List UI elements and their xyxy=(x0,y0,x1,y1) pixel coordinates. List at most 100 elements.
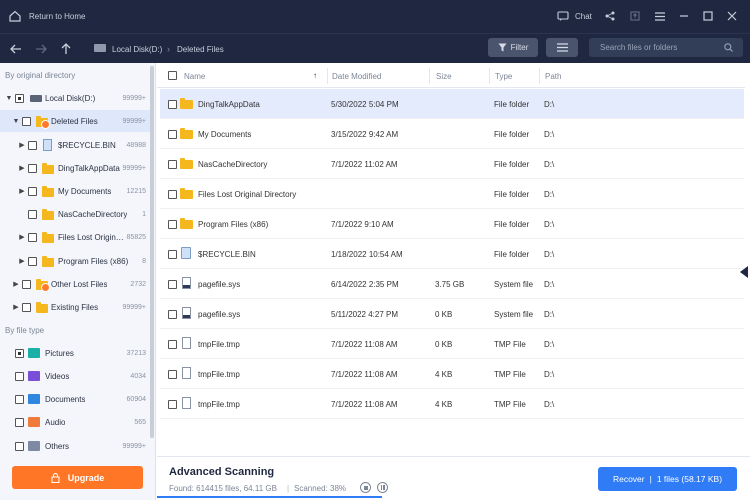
tree-checkbox[interactable] xyxy=(28,163,37,173)
type-item-videos[interactable]: Videos 4034 xyxy=(0,365,150,387)
menu-icon[interactable] xyxy=(654,10,666,22)
table-row[interactable]: tmpFile.tmp 7/1/2022 11:08 AM 4 KB TMP F… xyxy=(160,389,744,419)
column-separator[interactable] xyxy=(429,68,430,84)
expand-arrow-icon[interactable]: ▶ xyxy=(18,257,26,265)
column-date-header[interactable]: Date Modified xyxy=(332,72,381,81)
row-checkbox[interactable] xyxy=(168,130,177,139)
forward-arrow-icon[interactable] xyxy=(33,41,49,57)
sort-up-icon[interactable]: ↑ xyxy=(313,71,317,80)
tree-item-dingtalk[interactable]: ▶ DingTalkAppData 99999+ xyxy=(0,157,150,179)
type-checkbox[interactable] xyxy=(15,371,24,381)
type-item-pictures[interactable]: Pictures 37213 xyxy=(0,342,150,364)
row-checkbox[interactable] xyxy=(168,190,177,199)
expand-arrow-icon[interactable]: ▶ xyxy=(12,280,20,288)
cell-name: tmpFile.tmp xyxy=(198,370,240,379)
column-separator[interactable] xyxy=(539,68,540,84)
column-separator[interactable] xyxy=(327,68,328,84)
expand-arrow-icon[interactable]: ▶ xyxy=(12,303,20,311)
column-separator[interactable] xyxy=(489,68,490,84)
table-row[interactable]: tmpFile.tmp 7/1/2022 11:08 AM 4 KB TMP F… xyxy=(160,359,744,389)
row-checkbox[interactable] xyxy=(168,310,177,319)
column-type-header[interactable]: Type xyxy=(495,72,512,81)
row-checkbox[interactable] xyxy=(168,100,177,109)
tree-item-other-lost[interactable]: ▶ Other Lost Files 2732 xyxy=(0,273,150,295)
select-all-checkbox[interactable] xyxy=(168,71,177,80)
tree-item-nascache[interactable]: NasCacheDirectory 1 xyxy=(0,203,150,225)
row-checkbox[interactable] xyxy=(168,370,177,379)
expand-arrow-icon[interactable]: ▼ xyxy=(12,118,20,125)
tree-checkbox[interactable] xyxy=(22,116,31,126)
tree-item-local-disk[interactable]: ▼ Local Disk(D:) 99999+ xyxy=(0,87,150,109)
search-input[interactable]: Search files or folders xyxy=(589,38,743,57)
type-item-others[interactable]: Others 99999+ xyxy=(0,435,150,457)
tree-item-deleted-files[interactable]: ▼ Deleted Files 99999+ xyxy=(0,110,150,132)
tree-checkbox[interactable] xyxy=(28,209,37,219)
collapse-panel-handle[interactable] xyxy=(740,266,748,278)
type-item-documents[interactable]: Documents 60904 xyxy=(0,388,150,410)
table-row[interactable]: NasCacheDirectory 7/1/2022 11:02 AM File… xyxy=(160,149,744,179)
type-checkbox[interactable] xyxy=(15,441,24,451)
tree-item-program-files[interactable]: ▶ Program Files (x86) 8 xyxy=(0,250,150,272)
row-checkbox[interactable] xyxy=(168,220,177,229)
tree-checkbox[interactable] xyxy=(28,256,37,266)
column-size-header[interactable]: Size xyxy=(436,72,452,81)
filter-button[interactable]: Filter xyxy=(488,38,538,57)
row-checkbox[interactable] xyxy=(168,340,177,349)
table-row[interactable]: $RECYCLE.BIN 1/18/2022 10:54 AM File fol… xyxy=(160,239,744,269)
chat-icon[interactable] xyxy=(556,9,570,23)
expand-arrow-icon[interactable]: ▼ xyxy=(5,95,13,102)
maximize-icon[interactable] xyxy=(702,10,714,22)
row-checkbox[interactable] xyxy=(168,250,177,259)
view-menu-button[interactable] xyxy=(546,38,578,57)
tree-checkbox[interactable] xyxy=(15,93,24,103)
row-checkbox[interactable] xyxy=(168,280,177,289)
tree-checkbox[interactable] xyxy=(28,232,37,242)
table-row[interactable]: My Documents 3/15/2022 9:42 AM File fold… xyxy=(160,119,744,149)
type-checkbox[interactable] xyxy=(15,348,24,358)
expand-arrow-icon[interactable]: ▶ xyxy=(18,233,26,241)
home-icon[interactable] xyxy=(8,9,22,23)
expand-arrow-icon[interactable]: ▶ xyxy=(18,141,26,149)
tree-item-existing[interactable]: ▶ Existing Files 99999+ xyxy=(0,296,150,318)
type-item-audio[interactable]: Audio 565 xyxy=(0,411,150,433)
table-row[interactable]: Program Files (x86) 7/1/2022 9:10 AM Fil… xyxy=(160,209,744,239)
breadcrumb-folder[interactable]: Deleted Files xyxy=(177,45,224,54)
type-count: 99999+ xyxy=(122,443,146,450)
upgrade-button[interactable]: Upgrade xyxy=(12,466,143,489)
export-icon[interactable] xyxy=(629,10,641,22)
recover-button[interactable]: Recover | 1 files (58.17 KB) xyxy=(598,467,737,491)
pause-scan-button[interactable] xyxy=(377,482,388,493)
row-checkbox[interactable] xyxy=(168,400,177,409)
table-row[interactable]: Files Lost Original Directory File folde… xyxy=(160,179,744,209)
expand-arrow-icon[interactable]: ▶ xyxy=(18,187,26,195)
close-icon[interactable] xyxy=(726,10,738,22)
table-row[interactable]: tmpFile.tmp 7/1/2022 11:08 AM 0 KB TMP F… xyxy=(160,329,744,359)
table-row[interactable]: pagefile.sys 6/14/2022 2:35 PM 3.75 GB S… xyxy=(160,269,744,299)
tree-checkbox[interactable] xyxy=(28,186,37,196)
back-arrow-icon[interactable] xyxy=(8,41,24,57)
stop-scan-button[interactable] xyxy=(360,482,371,493)
column-path-header[interactable]: Path xyxy=(545,72,561,81)
cell-name: My Documents xyxy=(198,130,252,139)
breadcrumb-disk[interactable]: Local Disk(D:) xyxy=(112,45,162,54)
tree-checkbox[interactable] xyxy=(22,279,31,289)
tree-item-recycle-bin[interactable]: ▶ $RECYCLE.BIN 48988 xyxy=(0,134,150,156)
table-row[interactable]: DingTalkAppData 5/30/2022 5:04 PM File f… xyxy=(160,89,744,119)
up-arrow-icon[interactable] xyxy=(58,41,74,57)
tree-checkbox[interactable] xyxy=(28,140,37,150)
row-checkbox[interactable] xyxy=(168,160,177,169)
type-checkbox[interactable] xyxy=(15,394,24,404)
sidebar-scrollbar[interactable] xyxy=(150,66,154,438)
expand-arrow-icon[interactable]: ▶ xyxy=(18,164,26,172)
type-checkbox[interactable] xyxy=(15,417,24,427)
minimize-icon[interactable] xyxy=(678,10,690,22)
share-icon[interactable] xyxy=(604,10,616,22)
table-row[interactable]: pagefile.sys 5/11/2022 4:27 PM 0 KB Syst… xyxy=(160,299,744,329)
chat-label[interactable]: Chat xyxy=(575,12,592,21)
search-icon[interactable] xyxy=(724,43,733,52)
return-home-link[interactable]: Return to Home xyxy=(29,12,85,21)
tree-item-my-documents[interactable]: ▶ My Documents 12215 xyxy=(0,180,150,202)
tree-checkbox[interactable] xyxy=(22,302,31,312)
tree-item-files-lost[interactable]: ▶ Files Lost Origina... 85825 xyxy=(0,226,150,248)
column-name-header[interactable]: Name xyxy=(184,72,205,81)
